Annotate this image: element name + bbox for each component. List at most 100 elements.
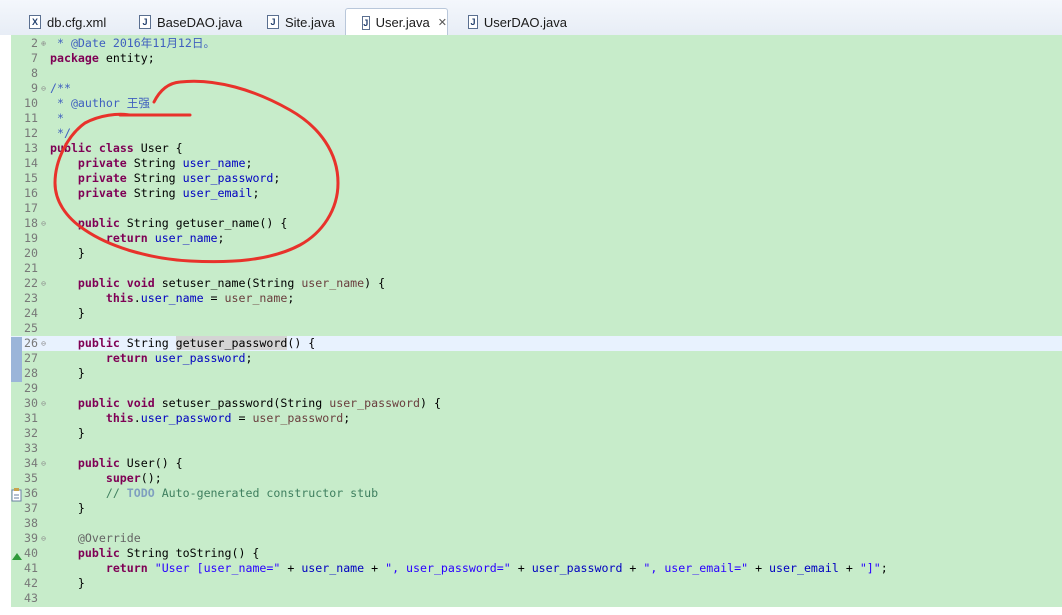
- code-text: */: [50, 126, 71, 141]
- code-line[interactable]: 17: [0, 201, 1062, 216]
- code-line[interactable]: 34 ⊖ public User() {: [0, 456, 1062, 471]
- code-editor[interactable]: 2 ⊕ * @Date 2016年11月12日。 7 package entity; 8…: [0, 35, 1062, 615]
- tab-basedao-java[interactable]: J BaseDAO.java: [123, 9, 251, 35]
- code-line[interactable]: 43: [0, 591, 1062, 606]
- horizontal-scrollbar[interactable]: [0, 607, 1062, 615]
- tab-user-java[interactable]: J User.java ✕: [345, 8, 448, 36]
- tab-db-cfg-xml[interactable]: Xdb.cfg.xml: [13, 9, 123, 35]
- tab-site-java[interactable]: J Site.java: [251, 9, 345, 35]
- close-tab-icon[interactable]: ✕: [438, 16, 447, 29]
- tab-label: UserDAO.java: [483, 14, 567, 30]
- line-number: 25: [24, 321, 38, 335]
- code-token: class: [98, 141, 134, 155]
- code-token: Auto-generated constructor stub: [154, 486, 379, 500]
- code-token: () {: [287, 336, 316, 350]
- code-line[interactable]: 20 }: [0, 246, 1062, 261]
- code-line[interactable]: 19 return user_name;: [0, 231, 1062, 246]
- line-number: 10: [24, 96, 38, 110]
- tab-label: BaseDAO.java: [157, 14, 243, 30]
- code-text: return "User [user_name=" + user_name + …: [50, 561, 888, 576]
- code-token: setuser_name(String: [154, 276, 302, 290]
- current-code-line[interactable]: 26 ⊖ public String getuser_password() {: [0, 336, 1062, 351]
- code-line[interactable]: 42 }: [0, 576, 1062, 591]
- code-line[interactable]: 10 * @author 王强: [0, 96, 1062, 111]
- code-token: public: [77, 336, 120, 350]
- tab-label: User.java: [375, 15, 430, 30]
- code-token: +: [510, 561, 532, 575]
- collapse-fold-icon[interactable]: ⊖: [39, 531, 48, 546]
- code-token: =: [231, 411, 253, 425]
- line-number: 32: [24, 426, 38, 440]
- code-line[interactable]: 29: [0, 381, 1062, 396]
- line-number: 31: [24, 411, 38, 425]
- code-line[interactable]: 41 return "User [user_name=" + user_name…: [0, 561, 1062, 576]
- code-token: }: [50, 246, 85, 260]
- code-line[interactable]: 11 *: [0, 111, 1062, 126]
- code-line[interactable]: 13 public class User {: [0, 141, 1062, 156]
- code-line[interactable]: 30 ⊖ public void setuser_password(String …: [0, 396, 1062, 411]
- line-number: 43: [24, 591, 38, 605]
- code-line[interactable]: 24 }: [0, 306, 1062, 321]
- code-token: public: [77, 546, 120, 560]
- line-number: 17: [24, 201, 38, 215]
- code-line[interactable]: 7 package entity;: [0, 51, 1062, 66]
- code-token: +: [748, 561, 770, 575]
- code-line[interactable]: 14 private String user_name;: [0, 156, 1062, 171]
- code-line[interactable]: 39 ⊖ @Override: [0, 531, 1062, 546]
- code-line[interactable]: 25: [0, 321, 1062, 336]
- collapse-fold-icon[interactable]: ⊖: [39, 276, 48, 291]
- code-line[interactable]: 28 }: [0, 366, 1062, 381]
- xml-file-icon: X: [29, 15, 41, 29]
- code-line[interactable]: 35 super();: [0, 471, 1062, 486]
- code-token: .: [133, 411, 141, 425]
- code-text: public User() {: [50, 456, 183, 471]
- code-token: +: [622, 561, 644, 575]
- tab-label: Site.java: [285, 14, 335, 30]
- code-line[interactable]: 23 this.user_name = user_name;: [0, 291, 1062, 306]
- code-token: return: [105, 351, 148, 365]
- overview-ruler[interactable]: [0, 35, 11, 615]
- code-line[interactable]: 15 private String user_password;: [0, 171, 1062, 186]
- code-line[interactable]: 37 }: [0, 501, 1062, 516]
- code-line[interactable]: 36 // TODO Auto-generated constructor st…: [0, 486, 1062, 501]
- code-line[interactable]: 40 public String toString() {: [0, 546, 1062, 561]
- code-line[interactable]: 18 ⊖ public String getuser_name() {: [0, 216, 1062, 231]
- override-indicator-icon[interactable]: [11, 546, 23, 561]
- line-number: 41: [24, 561, 38, 575]
- code-line[interactable]: 21: [0, 261, 1062, 276]
- line-number: 37: [24, 501, 38, 515]
- code-line[interactable]: 27 return user_password;: [0, 351, 1062, 366]
- expand-fold-icon[interactable]: ⊕: [39, 36, 48, 51]
- code-line[interactable]: 38: [0, 516, 1062, 531]
- code-line[interactable]: 32 }: [0, 426, 1062, 441]
- collapse-fold-icon[interactable]: ⊖: [39, 81, 48, 96]
- editor-tab-bar: Xdb.cfg.xml J BaseDAO.java J Site.java J User.…: [0, 0, 1062, 36]
- code-token: //: [105, 486, 127, 500]
- collapse-fold-icon[interactable]: ⊖: [39, 216, 48, 231]
- code-line[interactable]: 33: [0, 441, 1062, 456]
- code-line[interactable]: 12 */: [0, 126, 1062, 141]
- line-number: 16: [24, 186, 38, 200]
- code-line[interactable]: 9 ⊖/**: [0, 81, 1062, 96]
- code-line[interactable]: 31 this.user_password = user_password;: [0, 411, 1062, 426]
- code-line[interactable]: 8: [0, 66, 1062, 81]
- code-text: * @author 王强: [50, 96, 150, 111]
- code-line[interactable]: 2 ⊕ * @Date 2016年11月12日。: [0, 36, 1062, 51]
- code-line[interactable]: 16 private String user_email;: [0, 186, 1062, 201]
- collapse-fold-icon[interactable]: ⊖: [39, 456, 48, 471]
- code-token: TODO: [126, 486, 155, 500]
- tab-userdao-java[interactable]: J UserDAO.java: [452, 9, 567, 35]
- code-text: }: [50, 366, 85, 381]
- collapse-fold-icon[interactable]: ⊖: [39, 336, 48, 351]
- collapse-fold-icon[interactable]: ⊖: [39, 396, 48, 411]
- code-line[interactable]: 22 ⊖ public void setuser_name(String user…: [0, 276, 1062, 291]
- task-marker-icon[interactable]: [11, 487, 23, 502]
